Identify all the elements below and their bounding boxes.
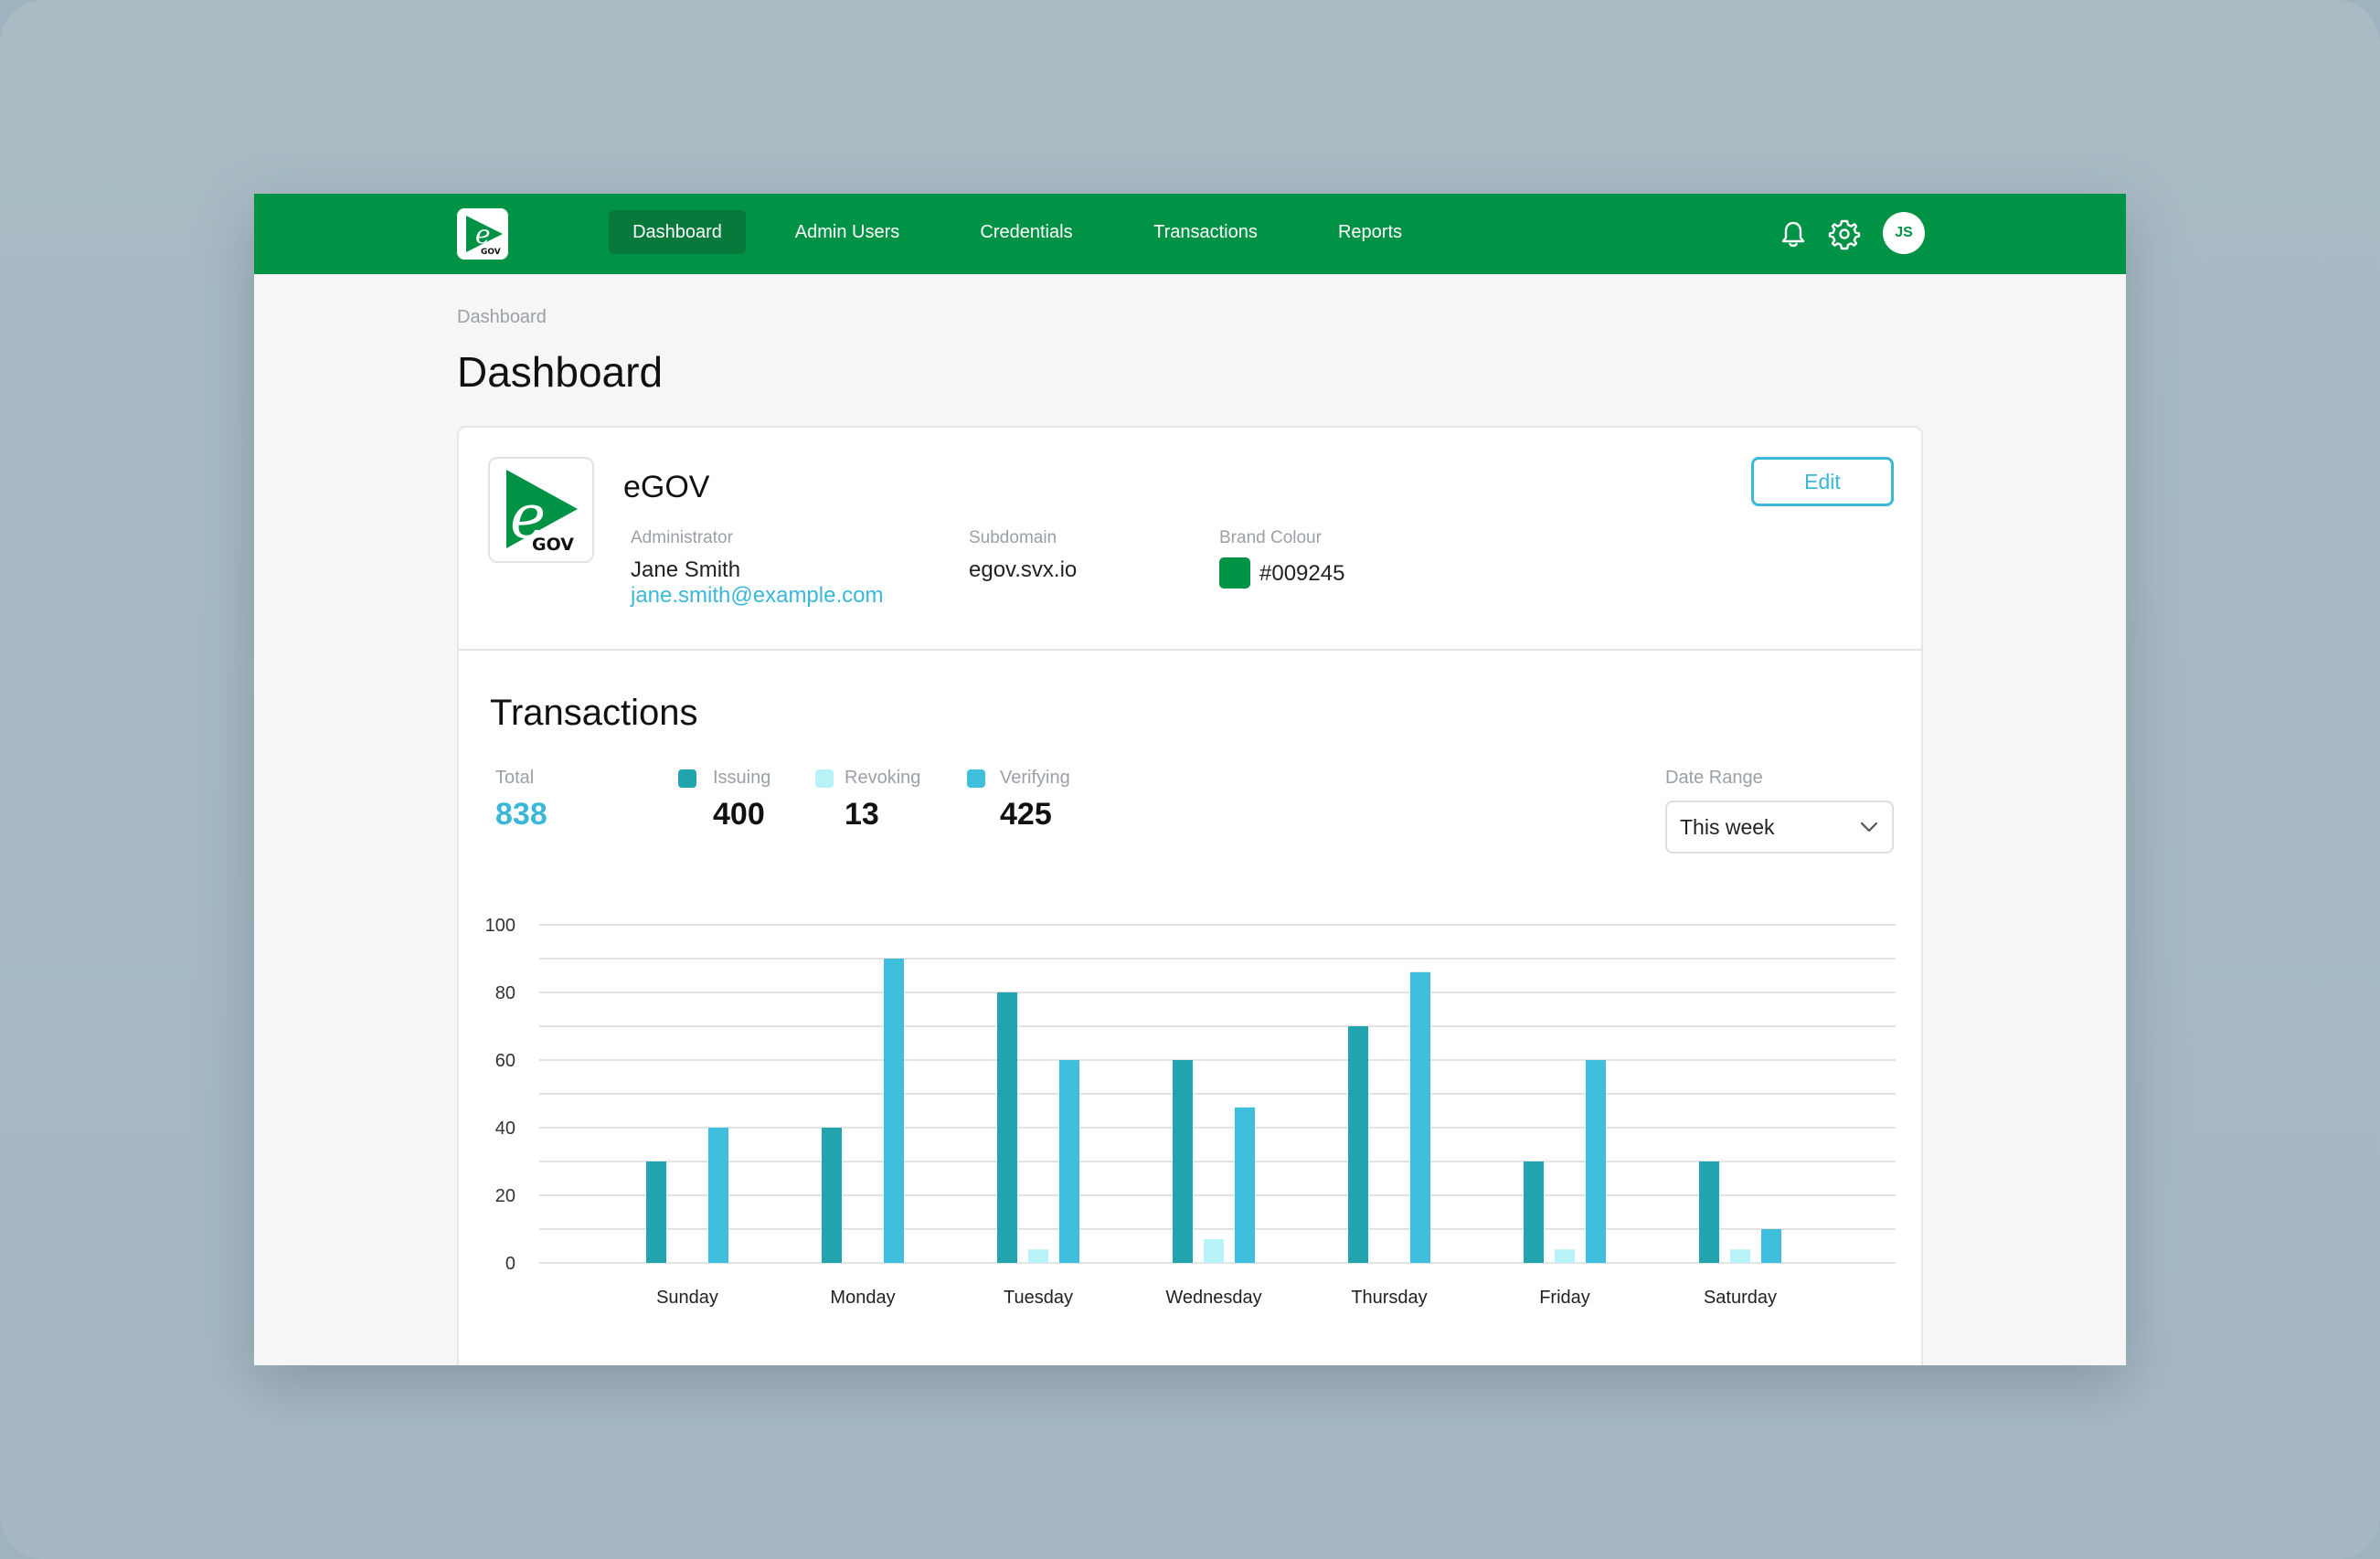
edit-button[interactable]: Edit: [1751, 457, 1894, 506]
bar-verifying: [1059, 1060, 1079, 1263]
transactions-bar-chart: 0 20 40 60 80 100 Sunday Monday Tuesday Wednesday…: [485, 916, 1896, 1308]
nav-dashboard[interactable]: Dashboard: [609, 210, 746, 254]
y-tick-label: 0: [505, 1254, 515, 1274]
bar-issuing: [1173, 1060, 1193, 1263]
x-tick-label: Tuesday: [1004, 1288, 1073, 1308]
administrator-email-link[interactable]: jane.smith@example.com: [631, 583, 883, 609]
screenshot-backdrop: e GOV Dashboard Admin Users Credentials …: [0, 0, 2380, 1559]
total-value: 838: [495, 797, 547, 832]
verifying-legend-swatch: [967, 769, 985, 788]
bar-verifying: [1410, 971, 1430, 1263]
y-tick-label: 80: [495, 983, 515, 1003]
nav-credentials[interactable]: Credentials: [953, 210, 1100, 254]
nav-admin-users[interactable]: Admin Users: [771, 210, 923, 254]
revoking-legend-swatch: [815, 769, 834, 788]
organization-logo: e GOV: [488, 457, 594, 563]
verifying-value: 425: [1000, 797, 1052, 832]
x-tick-label: Saturday: [1704, 1288, 1777, 1308]
bar-verifying: [1586, 1060, 1606, 1263]
breadcrumb[interactable]: Dashboard: [457, 307, 547, 328]
brand-colour-label: Brand Colour: [1219, 528, 1322, 547]
date-range-label: Date Range: [1665, 768, 1763, 788]
page-title: Dashboard: [457, 348, 664, 396]
bar-revoking: [1555, 1249, 1575, 1263]
bar-issuing: [1348, 1026, 1368, 1263]
nav-reports[interactable]: Reports: [1311, 210, 1429, 254]
date-range-value: This week: [1680, 815, 1775, 839]
y-tick-label: 60: [495, 1051, 515, 1071]
bar-issuing: [997, 992, 1017, 1263]
revoking-value: 13: [845, 797, 879, 832]
top-navbar: e GOV Dashboard Admin Users Credentials …: [254, 194, 2126, 274]
issuing-value: 400: [713, 797, 765, 832]
svg-text:GOV: GOV: [532, 535, 574, 555]
egov-logo-icon: e GOV: [506, 470, 578, 555]
total-label: Total: [495, 768, 535, 788]
transactions-title: Transactions: [490, 693, 698, 733]
bar-issuing: [1699, 1161, 1719, 1263]
x-tick-label: Wednesday: [1165, 1288, 1261, 1308]
x-tick-label: Sunday: [656, 1288, 718, 1308]
organization-name: eGOV: [623, 470, 710, 504]
brand-colour-swatch: [1219, 557, 1250, 589]
bar-revoking: [1730, 1249, 1750, 1263]
bar-revoking: [1028, 1249, 1048, 1263]
x-tick-label: Monday: [830, 1288, 895, 1308]
bar-verifying: [708, 1128, 728, 1263]
bar-issuing: [822, 1128, 842, 1263]
verifying-label: Verifying: [1000, 768, 1070, 788]
date-range-select[interactable]: This week: [1665, 801, 1894, 854]
administrator-name: Jane Smith: [631, 557, 741, 582]
bar-verifying: [1235, 1107, 1255, 1263]
issuing-legend-swatch: [678, 769, 696, 788]
svg-text:GOV: GOV: [481, 248, 501, 257]
organization-card: e GOV eGOV Administrator Jane Smith jane…: [457, 426, 1923, 1365]
chevron-down-icon: [1857, 815, 1881, 839]
egov-logo[interactable]: e GOV: [457, 208, 508, 260]
section-divider: [459, 649, 1921, 651]
bell-icon[interactable]: [1777, 217, 1810, 250]
issuing-label: Issuing: [713, 768, 771, 788]
bar-issuing: [646, 1161, 666, 1263]
x-tick-label: Friday: [1539, 1288, 1590, 1308]
bar-verifying: [884, 959, 904, 1263]
administrator-label: Administrator: [631, 528, 733, 547]
subdomain-value: egov.svx.io: [969, 557, 1078, 582]
bar-verifying: [1761, 1229, 1781, 1263]
brand-colour-value: #009245: [1259, 561, 1345, 586]
revoking-label: Revoking: [845, 768, 921, 788]
gear-icon[interactable]: [1828, 217, 1861, 250]
egov-logo-icon: e GOV: [466, 216, 503, 257]
svg-text:e: e: [475, 219, 491, 249]
subdomain-label: Subdomain: [969, 528, 1057, 547]
y-tick-label: 40: [495, 1119, 515, 1139]
nav-transactions[interactable]: Transactions: [1128, 210, 1283, 254]
user-avatar[interactable]: JS: [1883, 212, 1925, 254]
y-tick-label: 100: [485, 916, 515, 936]
bar-issuing: [1524, 1161, 1544, 1263]
x-tick-label: Thursday: [1351, 1288, 1427, 1308]
y-tick-label: 20: [495, 1186, 515, 1206]
app-window: e GOV Dashboard Admin Users Credentials …: [254, 194, 2126, 1365]
bar-revoking: [1204, 1239, 1224, 1263]
